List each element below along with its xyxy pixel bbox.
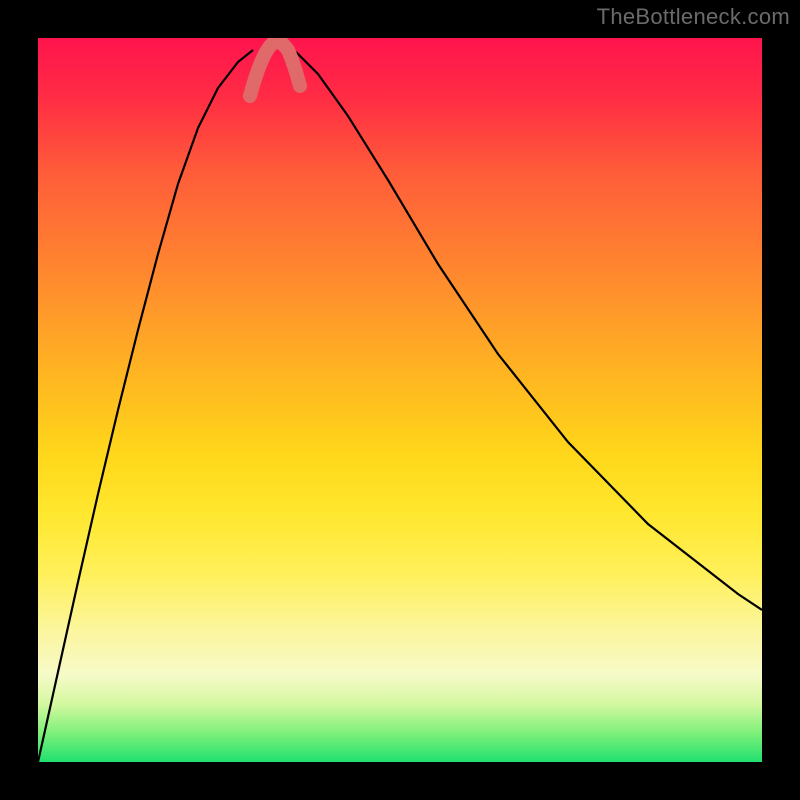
chart-frame: TheBottleneck.com <box>0 0 800 800</box>
series-right-ascent <box>296 52 762 610</box>
attribution-text: TheBottleneck.com <box>597 4 790 30</box>
series-valley-marker <box>250 42 300 96</box>
chart-svg <box>38 38 762 762</box>
series-group <box>38 42 762 762</box>
series-left-descent <box>38 50 253 762</box>
